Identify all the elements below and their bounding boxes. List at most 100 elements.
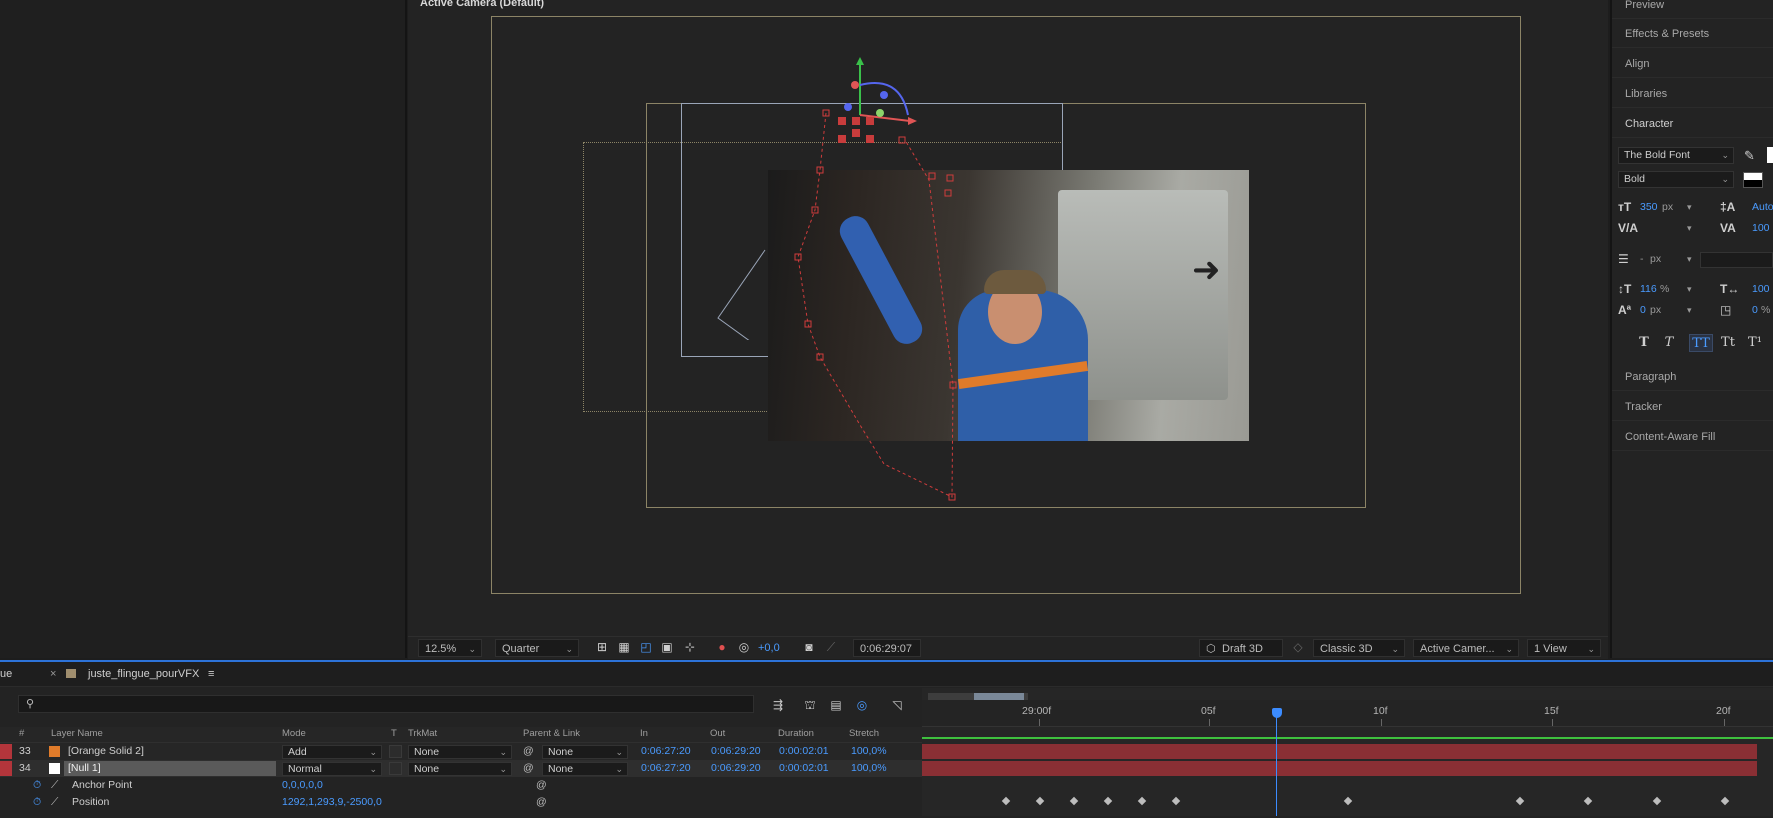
current-time-indicator-head[interactable] bbox=[1272, 708, 1282, 718]
stroke-style-dropdown[interactable] bbox=[1700, 252, 1773, 268]
preserve-transparency-toggle[interactable] bbox=[389, 745, 402, 758]
fast-previews-icon[interactable]: ⊞ bbox=[595, 640, 609, 654]
font-family-dropdown[interactable]: The Bold Font ⌄ bbox=[1618, 147, 1734, 164]
magnification-dropdown[interactable]: 12.5% ⌄ bbox=[418, 639, 482, 657]
col-duration[interactable]: Duration bbox=[778, 728, 814, 739]
composition-flowchart-icon[interactable]: ⇶ bbox=[770, 697, 786, 713]
region-of-interest-icon[interactable]: ▣ bbox=[660, 640, 674, 654]
tab-previous-comp[interactable]: ue bbox=[0, 668, 12, 680]
layer-row[interactable]: 33 [Orange Solid 2] Add ⌄ None ⌄ @ None … bbox=[0, 743, 922, 760]
panel-content-aware-fill[interactable]: Content-Aware Fill bbox=[1612, 423, 1773, 451]
track-matte-dropdown[interactable]: None ⌄ bbox=[408, 745, 512, 759]
baseline-shift-value[interactable]: 0 bbox=[1640, 304, 1646, 316]
layer-row[interactable]: 34 [Null 1] Normal ⌄ None ⌄ @ None ⌄ 0:0… bbox=[0, 760, 922, 777]
panel-effects-presets[interactable]: Effects & Presets bbox=[1612, 20, 1773, 48]
panel-align[interactable]: Align bbox=[1612, 50, 1773, 78]
graph-icon[interactable]: ⟋ bbox=[51, 777, 58, 794]
guides-icon[interactable]: ⊹ bbox=[683, 640, 697, 654]
panel-character[interactable]: Character bbox=[1612, 110, 1773, 138]
layer-duration-bar[interactable] bbox=[922, 744, 1757, 759]
graph-icon[interactable]: ⟋ bbox=[51, 794, 58, 811]
chevron-down-icon[interactable]: ▾ bbox=[1687, 223, 1692, 234]
parent-dropdown[interactable]: None ⌄ bbox=[542, 762, 628, 776]
col-out[interactable]: Out bbox=[710, 728, 725, 739]
col-t[interactable]: T bbox=[391, 728, 397, 739]
snapshot-camera-icon[interactable]: ◙ bbox=[802, 640, 816, 654]
chevron-down-icon[interactable]: ▾ bbox=[1687, 254, 1692, 265]
close-tab-icon[interactable]: × bbox=[50, 668, 56, 680]
current-time-indicator-line[interactable] bbox=[1276, 716, 1277, 816]
layer-in-time[interactable]: 0:06:27:20 bbox=[641, 743, 691, 760]
layer-in-time[interactable]: 0:06:27:20 bbox=[641, 760, 691, 777]
font-style-dropdown[interactable]: Bold ⌄ bbox=[1618, 171, 1734, 188]
parent-dropdown[interactable]: None ⌄ bbox=[542, 745, 628, 759]
tab-active-comp[interactable]: juste_flingue_pourVFX bbox=[88, 668, 199, 680]
layer-out-time[interactable]: 0:06:29:20 bbox=[711, 760, 761, 777]
show-snapshot-icon[interactable]: ⟋ bbox=[824, 640, 838, 654]
layer-duration[interactable]: 0:00:02:01 bbox=[779, 760, 829, 777]
pick-whip-icon[interactable]: @ bbox=[523, 743, 534, 760]
all-caps-button[interactable]: TT bbox=[1689, 334, 1713, 352]
panel-paragraph[interactable]: Paragraph bbox=[1612, 363, 1773, 391]
layer-label-color[interactable] bbox=[0, 761, 12, 776]
layer-duration-bar[interactable] bbox=[922, 761, 1757, 776]
col-trkmat[interactable]: TrkMat bbox=[408, 728, 437, 739]
preserve-transparency-toggle[interactable] bbox=[389, 762, 402, 775]
layer-stretch[interactable]: 100,0% bbox=[851, 743, 887, 760]
property-row[interactable]: ⏱ ⟋ Anchor Point 0,0,0,0,0 @ bbox=[0, 777, 922, 794]
resolution-dropdown[interactable]: Quarter ⌄ bbox=[495, 639, 579, 657]
view-layout-dropdown[interactable]: 1 View ⌄ bbox=[1527, 639, 1601, 657]
ground-plane-icon[interactable]: ◇ bbox=[1291, 640, 1305, 654]
pick-whip-icon[interactable]: @ bbox=[523, 760, 534, 777]
draft-3d-timeline-icon[interactable]: ⛫ bbox=[802, 697, 818, 713]
col-in[interactable]: In bbox=[640, 728, 648, 739]
3d-axis-gizmo[interactable] bbox=[820, 55, 920, 155]
camera-view-dropdown[interactable]: Active Camer... ⌄ bbox=[1413, 639, 1519, 657]
shy-layers-icon[interactable]: ▤ bbox=[828, 697, 844, 713]
current-time-display[interactable]: 0:06:29:07 bbox=[853, 639, 921, 657]
layer-search-input[interactable]: ⚲ bbox=[18, 695, 754, 713]
col-stretch[interactable]: Stretch bbox=[849, 728, 879, 739]
stroke-width-value[interactable]: - bbox=[1640, 253, 1644, 265]
tab-menu-icon[interactable]: ≡ bbox=[208, 668, 214, 680]
work-area-bar[interactable] bbox=[922, 737, 1773, 739]
track-matte-dropdown[interactable]: None ⌄ bbox=[408, 762, 512, 776]
transparency-grid-icon[interactable]: ▦ bbox=[617, 640, 631, 654]
blend-mode-dropdown[interactable]: Add ⌄ bbox=[282, 745, 382, 759]
property-value[interactable]: 1292,1,293,9,-2500,0 bbox=[282, 794, 382, 811]
channels-icon[interactable]: ● bbox=[715, 640, 729, 654]
font-size-value[interactable]: 350 bbox=[1640, 201, 1658, 213]
motion-blur-icon[interactable]: ◎ bbox=[854, 697, 870, 713]
panel-tracker[interactable]: Tracker bbox=[1612, 393, 1773, 421]
exposure-value[interactable]: +0,0 bbox=[758, 639, 780, 657]
property-value[interactable]: 0,0,0,0,0 bbox=[282, 777, 323, 794]
stopwatch-icon[interactable]: ⏱ bbox=[33, 777, 41, 794]
panel-libraries[interactable]: Libraries bbox=[1612, 80, 1773, 108]
layer-name[interactable]: [Null 1] bbox=[68, 760, 101, 777]
vertical-scale-value[interactable]: 116 bbox=[1640, 283, 1657, 295]
color-management-icon[interactable]: ◎ bbox=[737, 640, 751, 654]
chevron-down-icon[interactable]: ▾ bbox=[1687, 305, 1692, 316]
navigator-range[interactable] bbox=[974, 693, 1024, 700]
chevron-down-icon[interactable]: ▾ bbox=[1687, 284, 1692, 295]
faux-bold-button[interactable]: T bbox=[1634, 334, 1654, 352]
motion-path[interactable] bbox=[780, 100, 1000, 520]
property-row[interactable]: ⏱ ⟋ Position 1292,1,293,9,-2500,0 @ bbox=[0, 794, 922, 811]
renderer-dropdown[interactable]: Classic 3D ⌄ bbox=[1313, 639, 1405, 657]
small-caps-button[interactable]: Tt bbox=[1717, 334, 1739, 352]
panel-preview[interactable]: Preview bbox=[1612, 0, 1773, 19]
col-parent-link[interactable]: Parent & Link bbox=[523, 728, 580, 739]
stroke-color-swatch[interactable] bbox=[1743, 172, 1763, 188]
expression-pick-whip-icon[interactable]: @ bbox=[536, 777, 547, 794]
stopwatch-icon[interactable]: ⏱ bbox=[33, 794, 41, 811]
layer-duration[interactable]: 0:00:02:01 bbox=[779, 743, 829, 760]
horizontal-scale-value[interactable]: 100 bbox=[1752, 283, 1770, 295]
mask-path-icon[interactable]: ◰ bbox=[639, 640, 653, 654]
eyedropper-icon[interactable]: ✎ bbox=[1744, 148, 1755, 164]
leading-value[interactable]: Auto bbox=[1752, 201, 1773, 213]
col-layer-name[interactable]: Layer Name bbox=[51, 728, 103, 739]
layer-out-time[interactable]: 0:06:29:20 bbox=[711, 743, 761, 760]
expression-pick-whip-icon[interactable]: @ bbox=[536, 794, 547, 811]
fill-color-swatch[interactable] bbox=[1767, 147, 1773, 163]
tracking-value[interactable]: 100 bbox=[1752, 222, 1770, 234]
